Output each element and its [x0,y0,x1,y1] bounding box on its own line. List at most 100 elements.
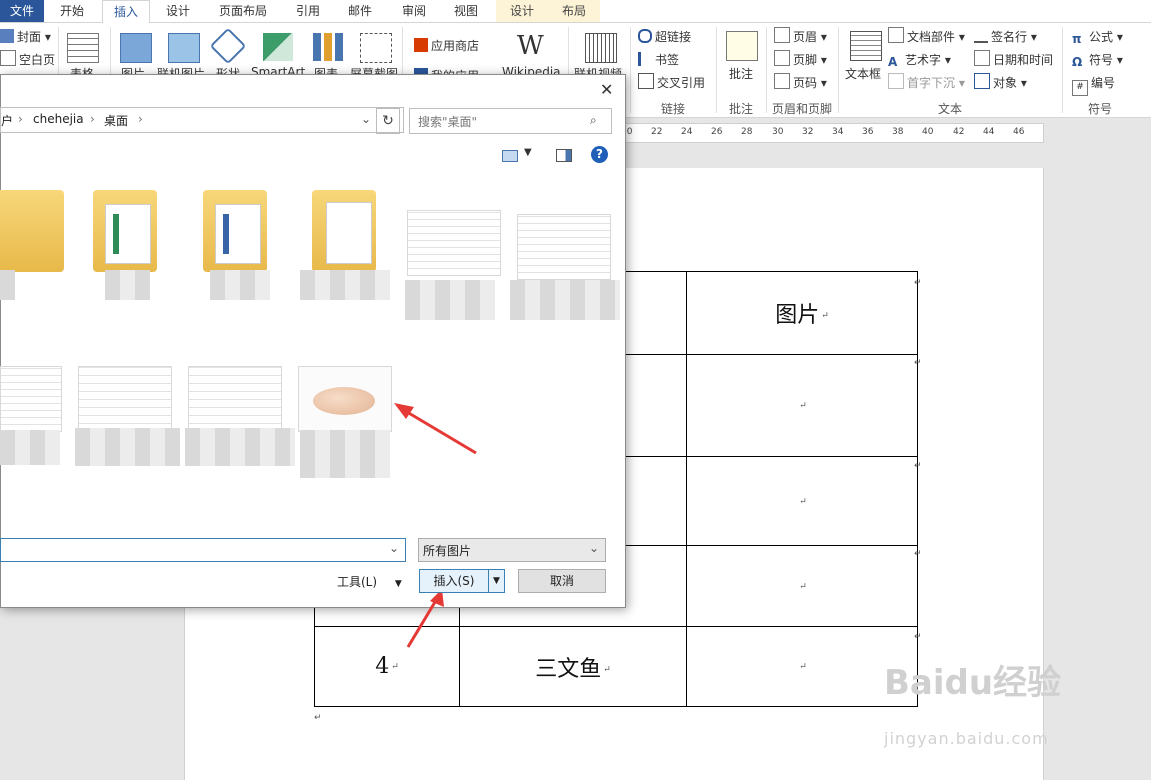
bookmark-icon [638,52,652,66]
chart-icon [313,33,343,61]
baidu-watermark-url: jingyan.baidu.com [884,729,1049,748]
page-number-button[interactable]: 页码 ▾ [774,73,827,93]
pi-icon: π [1072,32,1082,46]
symbol-button[interactable]: Ω 符号 ▾ [1072,50,1123,70]
wordart-button[interactable]: A 艺术字 ▾ [888,50,951,70]
number-icon: # [1072,80,1088,96]
tab-table-design[interactable]: 设计 [496,0,548,22]
view-options-icon[interactable] [502,150,518,162]
breadcrumb-chehejia[interactable]: chehejia [33,112,84,126]
wordart-icon: A [888,55,898,69]
signature-icon [974,27,988,43]
table-cell[interactable]: ↵ [686,456,918,546]
chevron-down-icon[interactable]: ⌄ [361,112,371,126]
filename-input[interactable]: ⌄ [0,538,406,562]
folder-icon[interactable] [0,190,64,272]
object-button[interactable]: 对象 ▾ [974,73,1027,93]
refresh-icon[interactable]: ↻ [376,108,400,134]
quick-parts-icon [888,27,904,43]
numbering-button[interactable]: # 编号 [1072,73,1115,96]
new-comment-button[interactable]: 批注 [729,65,753,82]
footer-button[interactable]: 页脚 ▾ [774,50,827,70]
tab-references[interactable]: 引用 [284,0,332,22]
tab-mailings[interactable]: 邮件 [336,0,384,22]
cancel-button[interactable]: 取消 [518,569,606,593]
header-icon [774,27,790,43]
chevron-down-icon: ⌄ [588,541,599,555]
drop-cap-button[interactable]: 首字下沉 ▾ [888,73,965,93]
hyperlink-button[interactable]: 超链接 [638,27,691,47]
search-input[interactable]: 搜索"桌面" ⌕ [409,108,612,134]
text-group-label: 文本 [937,102,962,116]
chevron-right-icon: › [18,112,23,126]
tab-insert[interactable]: 插入 [102,0,150,24]
address-bar[interactable]: 户 › chehejia › 桌面 › ⌄ [0,107,404,133]
drop-cap-icon [888,73,904,89]
date-time-button[interactable]: 日期和时间 [974,50,1053,70]
equation-button[interactable]: π 公式 ▾ [1072,27,1123,47]
breadcrumb-user[interactable]: 户 [1,112,13,129]
table-cell-row-name[interactable]: 三文鱼 ↵ [459,626,687,707]
smartart-icon [263,33,293,61]
chevron-down-icon[interactable]: ▼ [524,147,532,158]
preview-pane-icon[interactable] [556,149,572,162]
horizontal-ruler[interactable]: 20 22 24 26 28 30 32 34 36 38 40 42 44 4… [620,123,1044,143]
quick-parts-button[interactable]: 文档部件 ▾ [888,27,965,47]
table-cell-header-picture[interactable]: 图片 ↵ [686,271,918,355]
image-thumbnail[interactable] [0,366,62,432]
store-icon [414,38,428,52]
cover-page-button[interactable]: 封面 ▾ [0,27,51,47]
tab-design[interactable]: 设计 [154,0,202,22]
table-cell[interactable]: ↵ [686,626,918,707]
chicken-image-thumbnail[interactable] [298,366,392,432]
image-thumbnail[interactable] [78,366,172,432]
tab-table-layout[interactable]: 布局 [548,0,600,22]
blank-page-button[interactable]: 空白页 [0,50,55,70]
hyperlink-icon [638,29,652,43]
chevron-down-icon: ⌄ [388,541,399,555]
table-cell[interactable]: ↵ [686,354,918,457]
table-cell[interactable]: ↵ [686,545,918,627]
help-icon[interactable]: ? [591,146,608,163]
header-button[interactable]: 页眉 ▾ [774,27,827,47]
folder-icon[interactable] [312,190,376,272]
image-thumbnail[interactable] [407,210,501,276]
insert-dropdown-chevron-icon[interactable]: ▼ [488,569,505,593]
tools-menu[interactable]: 工具(L) ▼ [337,573,402,590]
calendar-icon [974,50,990,66]
folder-icon[interactable] [93,190,157,272]
cross-reference-icon [638,73,654,89]
video-icon [585,33,617,63]
text-box-icon [850,31,882,61]
ribbon-tab-bar: 文件 开始 插入 设计 页面布局 引用 邮件 审阅 视图 设计 布局 [0,0,1151,24]
image-thumbnail[interactable] [517,214,611,280]
header-footer-group-label: 页眉和页脚 [771,102,832,116]
close-icon[interactable]: ✕ [600,80,613,99]
online-picture-icon [168,33,200,63]
baidu-watermark: Baidu经验 [884,663,1062,703]
cross-reference-button[interactable]: 交叉引用 [638,73,705,93]
signature-line-button[interactable]: 签名行 ▾ [974,27,1037,47]
image-thumbnail[interactable] [188,366,282,432]
folder-icon[interactable] [203,190,267,272]
breadcrumb-desktop[interactable]: 桌面 [104,112,128,129]
tab-file[interactable]: 文件 [0,0,44,22]
text-box-button[interactable]: 文本框 [845,65,881,82]
picture-icon [120,33,152,63]
links-group-label: 链接 [660,102,685,116]
tab-home[interactable]: 开始 [48,0,96,22]
comment-icon [726,31,758,61]
chevron-right-icon: › [138,112,143,126]
app-store-button[interactable]: 应用商店 [414,36,479,56]
chevron-right-icon: › [90,112,95,126]
blank-page-icon [0,50,16,66]
table-icon [67,33,99,63]
tab-review[interactable]: 审阅 [390,0,438,22]
filetype-select[interactable]: 所有图片 ⌄ [418,538,606,562]
tab-view[interactable]: 视图 [442,0,490,22]
insert-button[interactable]: 插入(S) [419,569,489,593]
tab-page-layout[interactable]: 页面布局 [206,0,280,22]
bookmark-button[interactable]: 书签 [638,50,679,70]
cover-page-icon [0,29,14,43]
chevron-down-icon: ▼ [394,579,402,589]
